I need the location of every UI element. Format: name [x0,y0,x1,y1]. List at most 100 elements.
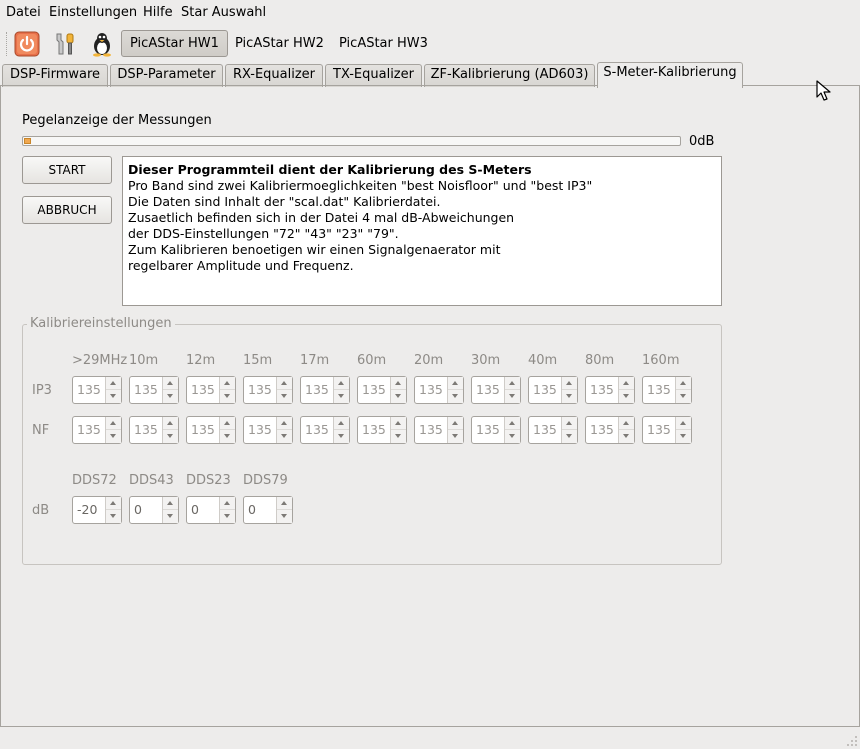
spin-down-button[interactable] [277,390,292,403]
spin-up-button[interactable] [562,417,577,430]
resize-grip-icon[interactable] [846,735,858,747]
tools-icon[interactable] [52,31,78,57]
spin-down-button[interactable] [505,390,520,403]
spin-up-button[interactable] [391,377,406,390]
spinbox[interactable]: 135 [471,376,521,404]
spin-down-button[interactable] [619,390,634,403]
spinbox[interactable]: 135 [642,376,692,404]
spinbox-value[interactable]: 135 [305,382,329,398]
menu-einstellungen[interactable]: Einstellungen [49,5,137,21]
spinbox[interactable]: 135 [357,416,407,444]
spin-down-button[interactable] [676,430,691,443]
menu-datei[interactable]: Datei [6,5,41,21]
spin-down-button[interactable] [619,430,634,443]
spinbox[interactable]: 135 [528,376,578,404]
tux-icon[interactable] [89,31,115,57]
tab-dsp-firmware[interactable]: DSP-Firmware [2,64,108,87]
spin-up-button[interactable] [106,417,121,430]
spinbox-value[interactable]: 135 [419,382,443,398]
spin-down-button[interactable] [220,510,235,523]
spinbox[interactable]: 135 [357,376,407,404]
spin-down-button[interactable] [391,390,406,403]
spinbox-value[interactable]: 135 [362,422,386,438]
power-icon[interactable] [14,31,40,57]
spin-down-button[interactable] [163,510,178,523]
hw2-button[interactable]: PicAStar HW2 [226,30,333,57]
spin-up-button[interactable] [334,417,349,430]
spinbox-value[interactable]: 135 [590,382,614,398]
menu-hilfe[interactable]: Hilfe [143,5,173,21]
spinbox-value[interactable]: 135 [191,422,215,438]
spin-down-button[interactable] [562,390,577,403]
spin-down-button[interactable] [106,430,121,443]
spin-up-button[interactable] [277,377,292,390]
spin-up-button[interactable] [220,497,235,510]
spin-down-button[interactable] [334,430,349,443]
info-textbox[interactable]: Dieser Programmteil dient der Kalibrieru… [122,156,722,306]
spinbox[interactable]: 135 [414,376,464,404]
spin-down-button[interactable] [163,430,178,443]
spinbox[interactable]: 135 [585,376,635,404]
spinbox[interactable]: 0 [129,496,179,524]
spinbox-value[interactable]: 135 [77,382,101,398]
spin-up-button[interactable] [448,417,463,430]
hw3-button[interactable]: PicAStar HW3 [330,30,437,57]
spinbox-value[interactable]: 135 [77,422,101,438]
spinbox-value[interactable]: 135 [647,422,671,438]
start-button[interactable]: START [22,156,112,184]
spin-up-button[interactable] [220,377,235,390]
tab-dsp-parameter[interactable]: DSP-Parameter [110,64,223,87]
spin-up-button[interactable] [505,377,520,390]
spinbox-value[interactable]: 135 [134,422,158,438]
spinbox-value[interactable]: 0 [191,502,199,518]
spinbox-value[interactable]: 135 [134,382,158,398]
abort-button[interactable]: ABBRUCH [22,196,112,224]
spinbox[interactable]: 135 [642,416,692,444]
spin-up-button[interactable] [220,417,235,430]
spin-up-button[interactable] [163,377,178,390]
spinbox-value[interactable]: 135 [248,382,272,398]
spin-down-button[interactable] [277,510,292,523]
spinbox-value[interactable]: 135 [248,422,272,438]
spinbox[interactable]: 135 [585,416,635,444]
spinbox[interactable]: 135 [243,376,293,404]
spin-down-button[interactable] [448,390,463,403]
spinbox-value[interactable]: 0 [248,502,256,518]
spin-down-button[interactable] [562,430,577,443]
spinbox-value[interactable]: 135 [647,382,671,398]
spinbox-value[interactable]: 135 [533,382,557,398]
spinbox-value[interactable]: 135 [305,422,329,438]
spin-up-button[interactable] [163,497,178,510]
spin-up-button[interactable] [619,377,634,390]
spin-up-button[interactable] [106,497,121,510]
spinbox-value[interactable]: -20 [77,502,97,518]
spin-down-button[interactable] [220,430,235,443]
spin-down-button[interactable] [220,390,235,403]
spinbox[interactable]: 135 [129,376,179,404]
spin-down-button[interactable] [391,430,406,443]
spin-down-button[interactable] [676,390,691,403]
spinbox[interactable]: 135 [300,376,350,404]
spin-up-button[interactable] [505,417,520,430]
spinbox[interactable]: 135 [414,416,464,444]
spinbox-value[interactable]: 135 [419,422,443,438]
spin-down-button[interactable] [106,390,121,403]
spin-up-button[interactable] [277,497,292,510]
spin-up-button[interactable] [562,377,577,390]
spin-up-button[interactable] [676,377,691,390]
spin-down-button[interactable] [106,510,121,523]
spin-down-button[interactable] [277,430,292,443]
spin-up-button[interactable] [619,417,634,430]
spin-up-button[interactable] [163,417,178,430]
spin-up-button[interactable] [391,417,406,430]
spin-up-button[interactable] [277,417,292,430]
spinbox[interactable]: 0 [243,496,293,524]
spinbox[interactable]: 135 [300,416,350,444]
spinbox-value[interactable]: 135 [191,382,215,398]
spin-down-button[interactable] [448,430,463,443]
spinbox[interactable]: 135 [186,376,236,404]
spinbox-value[interactable]: 135 [590,422,614,438]
spinbox[interactable]: 135 [471,416,521,444]
tab-tx-equalizer[interactable]: TX-Equalizer [325,64,422,87]
spin-up-button[interactable] [448,377,463,390]
